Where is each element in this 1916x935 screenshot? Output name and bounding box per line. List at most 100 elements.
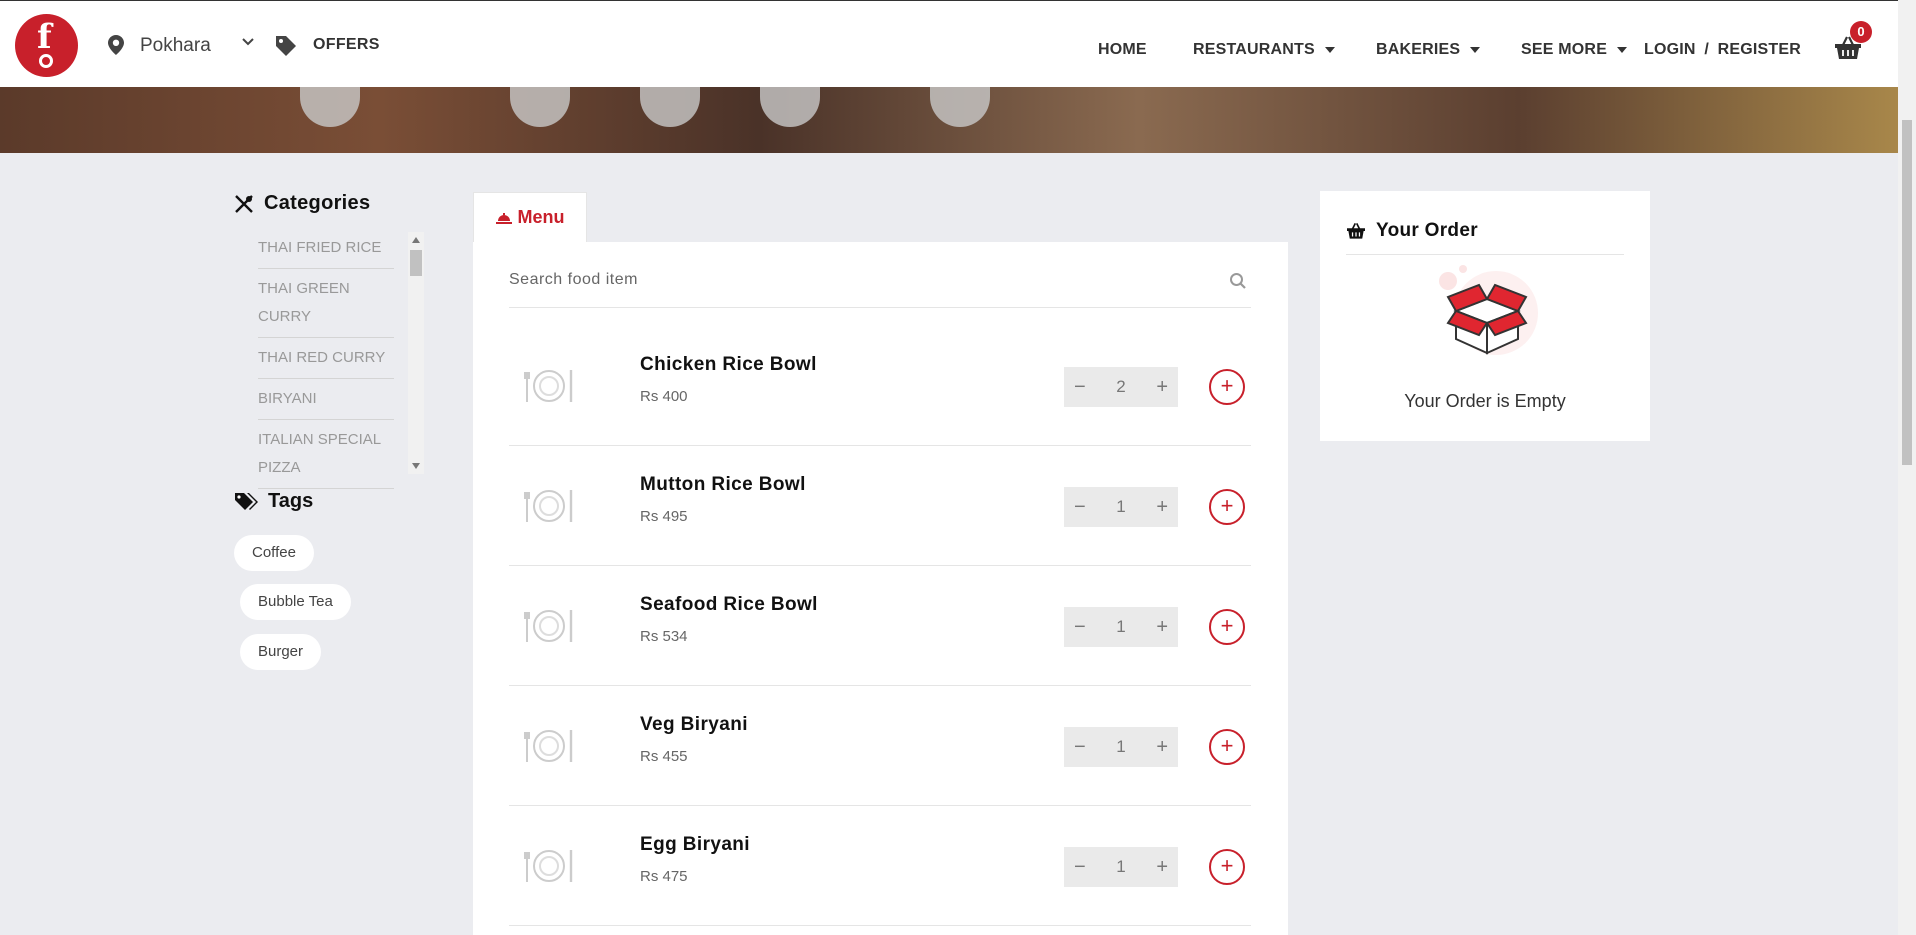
placeholder-dish-icon — [524, 850, 573, 882]
basket-icon — [1347, 222, 1365, 239]
order-empty-text: Your Order is Empty — [1404, 391, 1566, 411]
register-link[interactable]: REGISTER — [1718, 41, 1801, 58]
scroll-down-arrow-icon[interactable] — [412, 463, 420, 469]
offers-link[interactable]: OFFERS — [313, 36, 380, 54]
page-scrollbar-thumb[interactable] — [1902, 120, 1912, 465]
tab-menu-label: Menu — [517, 207, 565, 227]
nav-see-more-label: SEE MORE — [1521, 41, 1608, 58]
item-name: Seafood Rice Bowl — [640, 594, 818, 615]
item-price: Rs 455 — [640, 748, 688, 765]
category-item[interactable]: ITALIAN SPECIAL PIZZA — [258, 420, 394, 489]
quantity-value[interactable]: 2 — [1116, 377, 1125, 397]
decrement-button[interactable]: − — [1074, 376, 1086, 399]
menu-item-row: Seafood Rice Bowl Rs 534 − 1 + + — [509, 566, 1251, 686]
increment-button[interactable]: + — [1156, 616, 1168, 639]
placeholder-dish-icon — [524, 730, 573, 762]
banner-decoration — [640, 87, 700, 127]
nav-home[interactable]: HOME — [1098, 41, 1147, 59]
utensils-icon — [235, 194, 253, 213]
hero-banner — [0, 87, 1898, 153]
nav-see-more[interactable]: SEE MORE — [1521, 41, 1628, 59]
item-price: Rs 495 — [640, 508, 688, 525]
category-item[interactable]: THAI FRIED RICE — [258, 228, 394, 269]
tag-pill-burger[interactable]: Burger — [240, 634, 322, 670]
item-name: Chicken Rice Bowl — [640, 354, 817, 375]
add-to-order-button[interactable]: + — [1209, 489, 1245, 525]
tag-pill-coffee[interactable]: Coffee — [234, 535, 314, 571]
quantity-value[interactable]: 1 — [1116, 857, 1125, 877]
decrement-button[interactable]: − — [1074, 496, 1086, 519]
item-price: Rs 400 — [640, 388, 688, 405]
search-icon[interactable] — [1229, 272, 1247, 290]
category-scrollbar[interactable] — [408, 232, 424, 474]
add-to-order-button[interactable]: + — [1209, 369, 1245, 405]
decrement-button[interactable]: − — [1074, 736, 1086, 759]
cart-count-badge: 0 — [1850, 21, 1872, 43]
search-bar — [509, 260, 1251, 308]
chevron-down-icon[interactable] — [241, 37, 255, 47]
item-name: Egg Biryani — [640, 834, 750, 855]
menu-item-row: Egg Biryani Rs 475 − 1 + + — [509, 806, 1251, 926]
category-item[interactable]: THAI RED CURRY — [258, 338, 394, 379]
menu-panel: Chicken Rice Bowl Rs 400 − 2 + + Mutton … — [473, 242, 1288, 935]
search-input[interactable] — [509, 260, 1209, 300]
order-title: Your Order — [1376, 219, 1478, 241]
quantity-stepper: − 2 + — [1064, 367, 1178, 407]
quantity-stepper: − 1 + — [1064, 847, 1178, 887]
placeholder-dish-icon — [524, 370, 573, 402]
tags-heading: Tags — [234, 490, 313, 513]
categories-heading: Categories — [234, 192, 370, 215]
site-logo[interactable]: f — [15, 14, 78, 77]
banner-decoration — [510, 87, 570, 127]
menu-item-row: Mutton Rice Bowl Rs 495 − 1 + + — [509, 446, 1251, 566]
category-item[interactable]: BIRYANI — [258, 379, 394, 420]
location-selector[interactable]: Pokhara — [140, 35, 211, 57]
top-navbar: f Pokhara OFFERS HOME RESTAURANTS BAKERI… — [0, 0, 1898, 87]
quantity-value[interactable]: 1 — [1116, 617, 1125, 637]
item-price: Rs 534 — [640, 628, 688, 645]
category-list: THAI FRIED RICE THAI GREEN CURRY THAI RE… — [258, 228, 394, 489]
increment-button[interactable]: + — [1156, 496, 1168, 519]
add-to-order-button[interactable]: + — [1209, 849, 1245, 885]
categories-title: Categories — [264, 192, 371, 214]
item-price: Rs 475 — [640, 868, 688, 885]
tags-title: Tags — [268, 490, 314, 512]
quantity-stepper: − 1 + — [1064, 487, 1178, 527]
banner-decoration — [300, 87, 360, 127]
increment-button[interactable]: + — [1156, 376, 1168, 399]
tags-icon — [235, 492, 258, 510]
nav-bakeries[interactable]: BAKERIES — [1376, 41, 1481, 59]
increment-button[interactable]: + — [1156, 736, 1168, 759]
quantity-value[interactable]: 1 — [1116, 737, 1125, 757]
category-item[interactable]: THAI GREEN CURRY — [258, 269, 394, 338]
banner-decoration — [930, 87, 990, 127]
menu-item-row: Veg Biryani Rs 455 − 1 + + — [509, 686, 1251, 806]
caret-down-icon — [1470, 46, 1481, 53]
page-scrollbar[interactable] — [1898, 0, 1916, 935]
caret-down-icon — [1324, 46, 1335, 53]
tab-menu[interactable]: Menu — [473, 192, 587, 242]
order-heading: Your Order — [1346, 217, 1624, 255]
decrement-button[interactable]: − — [1074, 616, 1086, 639]
category-scrollbar-thumb[interactable] — [410, 250, 422, 276]
map-pin-icon — [108, 35, 124, 55]
add-to-order-button[interactable]: + — [1209, 729, 1245, 765]
caret-down-icon — [1617, 46, 1628, 53]
order-panel: Your Order Your Order is Empty — [1320, 191, 1650, 441]
nav-restaurants[interactable]: RESTAURANTS — [1193, 41, 1335, 59]
item-name: Veg Biryani — [640, 714, 748, 735]
menu-item-row: Chicken Rice Bowl Rs 400 − 2 + + — [509, 326, 1251, 446]
placeholder-dish-icon — [524, 610, 573, 642]
scroll-up-arrow-icon[interactable] — [412, 237, 420, 243]
login-link[interactable]: LOGIN — [1644, 41, 1696, 58]
decrement-button[interactable]: − — [1074, 856, 1086, 879]
tag-pill-bubble-tea[interactable]: Bubble Tea — [240, 584, 351, 620]
increment-button[interactable]: + — [1156, 856, 1168, 879]
auth-separator: / — [1704, 41, 1709, 58]
add-to-order-button[interactable]: + — [1209, 609, 1245, 645]
placeholder-dish-icon — [524, 490, 573, 522]
quantity-value[interactable]: 1 — [1116, 497, 1125, 517]
tag-icon — [276, 36, 296, 56]
logo-letter-o — [39, 54, 53, 68]
nav-restaurants-label: RESTAURANTS — [1193, 41, 1315, 58]
